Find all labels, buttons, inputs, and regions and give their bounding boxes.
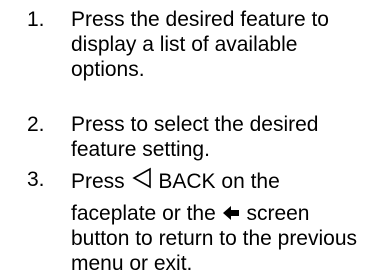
- step-line: display a list of available: [71, 33, 298, 56]
- step-line: Press BACK on the: [71, 167, 371, 195]
- step-number: 3.: [27, 168, 45, 191]
- step-text: Press the desired feature to display a l…: [71, 7, 371, 82]
- step-line: options.: [71, 58, 145, 81]
- step-line-segment: Press: [71, 170, 125, 193]
- back-arrow-icon: [222, 205, 241, 221]
- step-text: Press BACK on the faceplate or the scree…: [71, 167, 371, 276]
- step-line: feature setting.: [71, 138, 210, 161]
- step-line: button to return to the previous: [71, 227, 358, 250]
- step-number: 1.: [27, 8, 45, 31]
- step-text: Press to select the desired feature sett…: [71, 112, 371, 162]
- step-line-segment: BACK on the: [158, 170, 280, 193]
- back-triangle-icon: [131, 167, 153, 189]
- step-line-segment: screen: [246, 202, 310, 225]
- step-line-segment: faceplate or the: [71, 202, 216, 225]
- step-line: menu or exit.: [71, 252, 193, 275]
- step-line: Press to select the desired: [71, 113, 319, 136]
- step-line: Press the desired feature to: [71, 8, 329, 31]
- step-line: faceplate or the screen: [71, 201, 371, 226]
- step-number: 2.: [27, 113, 45, 136]
- instruction-page: 1. Press the desired feature to display …: [0, 0, 388, 277]
